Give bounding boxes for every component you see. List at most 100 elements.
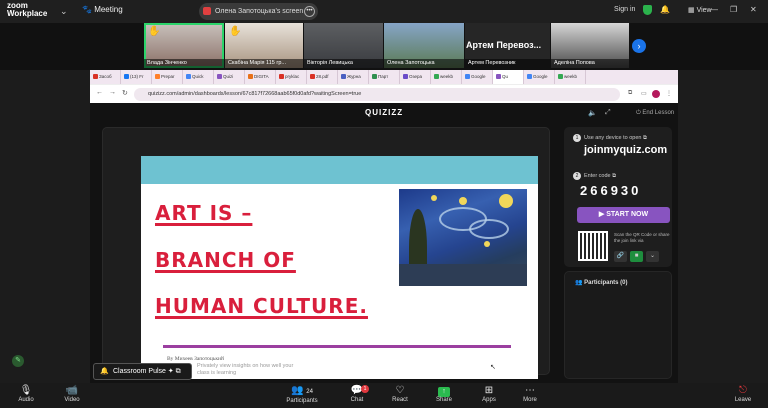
- favicon-icon: [434, 74, 439, 79]
- tab-label: Qu: [502, 74, 509, 79]
- slide-title-line: ART IS –: [155, 201, 253, 225]
- video-tile[interactable]: ✋ Скабіна Марія 115 гр...: [225, 23, 303, 68]
- favicon-icon: [465, 74, 470, 79]
- browser-tabs: Засоб (13) Fr Prepar Quick Quizi DIGITA prykla…: [90, 70, 678, 84]
- join-url[interactable]: joinmyquiz.com: [584, 144, 667, 156]
- favicon-icon: [558, 74, 563, 79]
- video-tile[interactable]: ✋ Влада Зінченко: [144, 23, 224, 68]
- sign-in-link[interactable]: Sign in: [614, 6, 635, 13]
- next-page-icon[interactable]: ›: [632, 39, 646, 53]
- tab-label: weekb: [564, 74, 578, 79]
- browser-tab[interactable]: DIGITA: [245, 70, 276, 84]
- extensions-icon[interactable]: ⧉: [628, 90, 632, 97]
- participants-button[interactable]: 👥 24 Participants: [282, 385, 322, 404]
- end-lesson-button[interactable]: ⏻ End Lesson: [636, 110, 674, 117]
- fullscreen-icon[interactable]: ⤢: [605, 109, 611, 117]
- video-tile[interactable]: Олена Запотоцька: [384, 23, 464, 68]
- divider: [163, 345, 511, 348]
- favicon-icon: [124, 74, 129, 79]
- tab-label: Quizi: [223, 74, 234, 79]
- slide-title-line: HUMAN CULTURE.: [155, 294, 368, 318]
- volume-icon[interactable]: 🔈: [588, 109, 597, 117]
- leave-button[interactable]: ⎋ Leave: [723, 385, 763, 403]
- shared-browser: Засоб (13) Fr Prepar Quick Quizi DIGITA prykla…: [90, 70, 678, 103]
- browser-tab[interactable]: Qu: [493, 70, 524, 84]
- shield-icon[interactable]: [643, 5, 652, 15]
- camera-icon: 📹: [65, 385, 79, 396]
- url-bar[interactable]: quizizz.com/admin/dashboards/lesson/67c8…: [134, 88, 620, 101]
- maximize-icon[interactable]: ❐: [730, 5, 737, 14]
- classroom-pulse-description: Privately view insights on how well your…: [197, 363, 294, 376]
- link-icon[interactable]: 🔗: [614, 251, 627, 262]
- people-icon: 👥 24: [291, 385, 313, 396]
- chat-icon: 💬: [350, 385, 364, 396]
- menu-icon[interactable]: ⋮: [666, 90, 672, 97]
- share-button[interactable]: ↑ Share: [424, 385, 464, 403]
- browser-tab[interactable]: 28.pdf: [307, 70, 338, 84]
- favicon-icon: [341, 74, 346, 79]
- forward-icon[interactable]: →: [109, 89, 116, 96]
- browser-tab[interactable]: Озера: [400, 70, 431, 84]
- favicon-icon: [279, 74, 284, 79]
- tab-label: Озера: [409, 74, 423, 79]
- chevron-down-icon[interactable]: ⌄: [60, 6, 68, 17]
- speaker-name: Артем Перевоз...: [466, 40, 542, 50]
- participants-title: 👥 Participants (0): [575, 280, 628, 286]
- quizizz-page: QUIZIZZ 🔈 ⤢ ⏻ End Lesson ART IS – BRANCH…: [90, 103, 678, 383]
- bell-icon[interactable]: 🔔: [660, 5, 670, 14]
- browser-tab[interactable]: Prepar: [152, 70, 183, 84]
- tab-label: Журна: [347, 74, 361, 79]
- tab-label: Quick: [192, 74, 204, 79]
- more-button[interactable]: ⋯ More: [510, 385, 550, 403]
- step-1: 1 Use any device to open ⧉: [573, 134, 647, 142]
- favicon-icon: [496, 74, 501, 79]
- browser-tab[interactable]: Журна: [338, 70, 369, 84]
- browser-tab[interactable]: Google: [524, 70, 555, 84]
- meeting-menu[interactable]: 🐾 Meeting: [82, 5, 123, 14]
- apps-button[interactable]: ⊞ Apps: [469, 385, 509, 403]
- view-button[interactable]: ▦ View: [688, 6, 712, 14]
- sidebar-icon[interactable]: ▭: [641, 90, 647, 97]
- browser-tab[interactable]: Quizi: [214, 70, 245, 84]
- join-code[interactable]: 266930: [580, 183, 641, 198]
- zoom-title-bar: zoom Workplace ⌄ 🐾 Meeting Олена Запотоць…: [0, 0, 768, 23]
- video-tile[interactable]: Вікторія Левицька: [304, 23, 383, 68]
- favicon-icon: [527, 74, 532, 79]
- start-now-button[interactable]: ▶ START NOW: [577, 207, 670, 223]
- browser-tab[interactable]: Google: [462, 70, 493, 84]
- profile-avatar[interactable]: [652, 90, 660, 98]
- browser-tab[interactable]: (13) Fr: [121, 70, 152, 84]
- favicon-icon: [186, 74, 191, 79]
- video-button[interactable]: 📹 Video: [52, 385, 92, 403]
- browser-tab[interactable]: weekb: [431, 70, 462, 84]
- zoom-logo: zoom Workplace: [7, 1, 48, 18]
- tab-label: pryklac: [285, 74, 300, 79]
- more-options-icon[interactable]: •••: [304, 6, 315, 17]
- reload-icon[interactable]: ↻: [122, 89, 128, 97]
- slide-stage: ART IS – BRANCH OF HUMAN CULTURE. By Мих…: [102, 127, 550, 379]
- slide: ART IS – BRANCH OF HUMAN CULTURE. By Мих…: [141, 156, 538, 379]
- browser-tab[interactable]: Quick: [183, 70, 214, 84]
- close-icon[interactable]: ✕: [750, 5, 757, 14]
- chat-badge: 1: [361, 385, 369, 393]
- google-classroom-icon[interactable]: ■: [630, 251, 643, 262]
- video-strip: ✋ Влада Зінченко ✋ Скабіна Марія 115 гр.…: [0, 23, 768, 70]
- audio-button[interactable]: 🎙 Audio: [6, 385, 46, 403]
- screen-share-indicator[interactable]: Олена Запотоцька's screen •••: [199, 3, 318, 20]
- qr-code[interactable]: [578, 231, 608, 261]
- browser-tab[interactable]: Засоб: [90, 70, 121, 84]
- minimize-icon[interactable]: —: [710, 5, 718, 14]
- annotate-icon[interactable]: ✎: [12, 355, 24, 367]
- browser-tab[interactable]: weekb: [555, 70, 586, 84]
- classroom-pulse-button[interactable]: 🔔 Classroom Pulse ✦ ⧉: [93, 363, 192, 380]
- video-tile[interactable]: Аделіна Попова: [551, 23, 629, 68]
- quizizz-logo: QUIZIZZ: [365, 108, 404, 117]
- chat-button[interactable]: 💬 1 Chat: [337, 385, 377, 403]
- browser-tab[interactable]: Парт: [369, 70, 400, 84]
- react-button[interactable]: ♡ React: [380, 385, 420, 403]
- back-icon[interactable]: ←: [96, 89, 103, 96]
- chevron-down-icon[interactable]: ⌄: [646, 251, 659, 262]
- favicon-icon: [372, 74, 377, 79]
- browser-tab[interactable]: pryklac: [276, 70, 307, 84]
- apps-icon: ⊞: [484, 385, 494, 396]
